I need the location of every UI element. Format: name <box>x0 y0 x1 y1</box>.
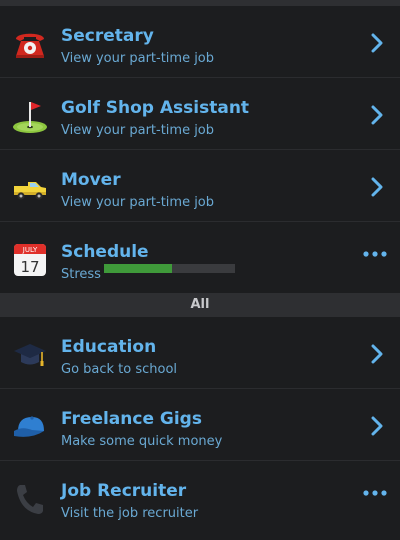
row-title: Schedule <box>61 242 149 262</box>
row-subtitle: View your part-time job <box>61 123 215 138</box>
all-row-freelance-gigs[interactable]: Freelance Gigs Make some quick money <box>0 389 400 461</box>
section-label: All <box>190 297 210 312</box>
job-row-secretary[interactable]: Secretary View your part-time job <box>0 6 400 78</box>
chevron-right-icon[interactable] <box>370 104 384 126</box>
pickup-truck-icon <box>14 182 46 200</box>
row-title: Freelance Gigs <box>61 409 202 429</box>
row-subtitle: Go back to school <box>61 362 178 377</box>
all-row-education[interactable]: Education Go back to school <box>0 317 400 389</box>
stress-bar <box>104 264 235 273</box>
graduation-cap-icon <box>14 344 46 366</box>
calendar-icon: JULY 17 <box>14 244 46 276</box>
all-list: Education Go back to school Freelance Gi… <box>0 317 400 533</box>
chevron-right-icon[interactable] <box>370 343 384 365</box>
chevron-right-icon[interactable] <box>370 176 384 198</box>
row-subtitle: View your part-time job <box>61 51 215 66</box>
telephone-icon <box>16 33 44 58</box>
row-title: Mover <box>61 170 121 190</box>
row-subtitle: Visit the job recruiter <box>61 506 199 521</box>
job-row-mover[interactable]: Mover View your part-time job <box>0 150 400 222</box>
more-options-icon[interactable] <box>362 489 388 497</box>
row-title: Education <box>61 337 157 357</box>
more-options-icon[interactable] <box>362 250 388 258</box>
row-title: Golf Shop Assistant <box>61 98 250 118</box>
stress-label: Stress <box>61 267 101 282</box>
row-subtitle: Make some quick money <box>61 434 223 449</box>
row-subtitle: View your part-time job <box>61 195 215 210</box>
section-header-all: All <box>0 293 400 317</box>
calendar-month: JULY <box>22 246 38 254</box>
part-time-jobs-list: Secretary View your part-time job Golf S… <box>0 6 400 294</box>
all-row-job-recruiter[interactable]: Job Recruiter Visit the job recruiter <box>0 461 400 533</box>
phone-receiver-icon <box>17 485 43 514</box>
chevron-right-icon[interactable] <box>370 32 384 54</box>
job-row-golf-shop-assistant[interactable]: Golf Shop Assistant View your part-time … <box>0 78 400 150</box>
schedule-row[interactable]: JULY 17 Schedule Stress <box>0 222 400 294</box>
row-title: Secretary <box>61 26 154 46</box>
golf-flag-icon <box>13 102 47 133</box>
baseball-cap-icon <box>14 416 44 437</box>
row-title: Job Recruiter <box>61 481 187 501</box>
stress-bar-fill <box>104 264 173 273</box>
chevron-right-icon[interactable] <box>370 415 384 437</box>
calendar-day: 17 <box>20 258 39 276</box>
